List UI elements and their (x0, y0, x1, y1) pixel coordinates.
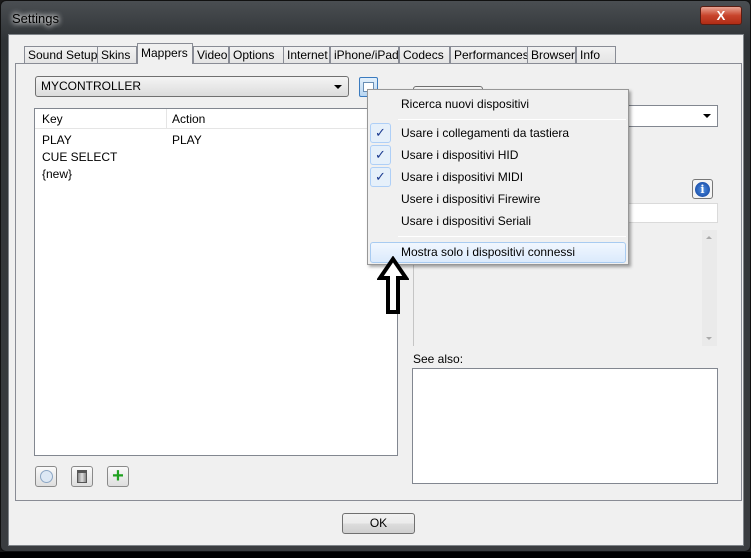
disc-icon (39, 470, 53, 483)
tab-options[interactable]: Options (229, 46, 284, 64)
check-icon: ✓ (370, 145, 391, 165)
menu-separator (398, 236, 626, 237)
row-key: {new} (42, 167, 73, 181)
controller-dropdown[interactable]: MYCONTROLLER (35, 76, 349, 97)
column-action[interactable]: Action (172, 112, 205, 126)
load-mapping-button[interactable] (35, 466, 57, 487)
tab-sound-setup[interactable]: Sound Setup (24, 46, 98, 64)
table-row[interactable]: {new} (42, 167, 72, 181)
tab-mappers[interactable]: Mappers (137, 43, 193, 64)
table-header: Key Action (35, 109, 397, 129)
mapping-table[interactable]: Key Action PLAY PLAY CUE SELECT {new} (34, 108, 398, 456)
scrollbar[interactable] (702, 230, 717, 346)
devices-menu: Ricerca nuovi dispositivi ✓ Usare i coll… (367, 89, 629, 265)
tab-performances[interactable]: Performances (450, 46, 529, 64)
menu-item-connected-only[interactable]: Mostra solo i dispositivi connessi (401, 245, 575, 259)
tab-iphone-ipad[interactable]: iPhone/iPad (330, 46, 399, 64)
info-button[interactable]: i (692, 179, 713, 199)
row-key: PLAY (42, 133, 72, 147)
delete-button[interactable] (71, 466, 93, 487)
menu-item-serial[interactable]: Usare i dispositivi Seriali (401, 214, 531, 228)
tab-video[interactable]: Video (193, 46, 229, 64)
menu-item-hid[interactable]: Usare i dispositivi HID (401, 148, 518, 162)
see-also-box[interactable] (412, 368, 718, 484)
scroll-down-icon[interactable] (706, 337, 712, 340)
table-row[interactable]: PLAY PLAY (42, 133, 202, 147)
add-button[interactable]: + (107, 466, 129, 487)
row-key: CUE SELECT (42, 150, 118, 164)
controller-selected: MYCONTROLLER (41, 79, 142, 93)
see-also-label: See also: (413, 352, 464, 366)
check-icon: ✓ (370, 123, 391, 143)
row-action: PLAY (172, 133, 202, 147)
column-divider[interactable] (166, 109, 167, 128)
tab-info[interactable]: Info (576, 46, 616, 64)
window-title: Settings (12, 11, 59, 26)
tab-browser[interactable]: Browser (527, 46, 576, 64)
menu-item-firewire[interactable]: Usere i dispositivi Firewire (401, 192, 540, 206)
menu-item-search-devices[interactable]: Ricerca nuovi dispositivi (401, 97, 529, 111)
plus-icon: + (112, 465, 124, 487)
desktop-strip (0, 552, 751, 558)
arrow-up-annotation-icon (377, 256, 409, 314)
menu-item-keyboard[interactable]: Usare i collegamenti da tastiera (401, 126, 569, 140)
tab-codecs[interactable]: Codecs (399, 46, 450, 64)
menu-item-midi[interactable]: Usare i dispositivi MIDI (401, 170, 523, 184)
chevron-down-icon (334, 85, 342, 89)
trash-icon (77, 470, 87, 483)
ok-button[interactable]: OK (342, 513, 415, 534)
chevron-down-icon (703, 114, 711, 118)
column-key[interactable]: Key (42, 112, 63, 126)
scroll-up-icon[interactable] (706, 236, 712, 239)
menu-separator (398, 119, 626, 120)
tab-internet[interactable]: Internet (283, 46, 330, 64)
tab-skins[interactable]: Skins (97, 46, 137, 64)
info-icon: i (695, 182, 710, 197)
check-icon: ✓ (370, 167, 391, 187)
table-row[interactable]: CUE SELECT (42, 150, 117, 164)
close-button[interactable]: X (700, 6, 742, 25)
